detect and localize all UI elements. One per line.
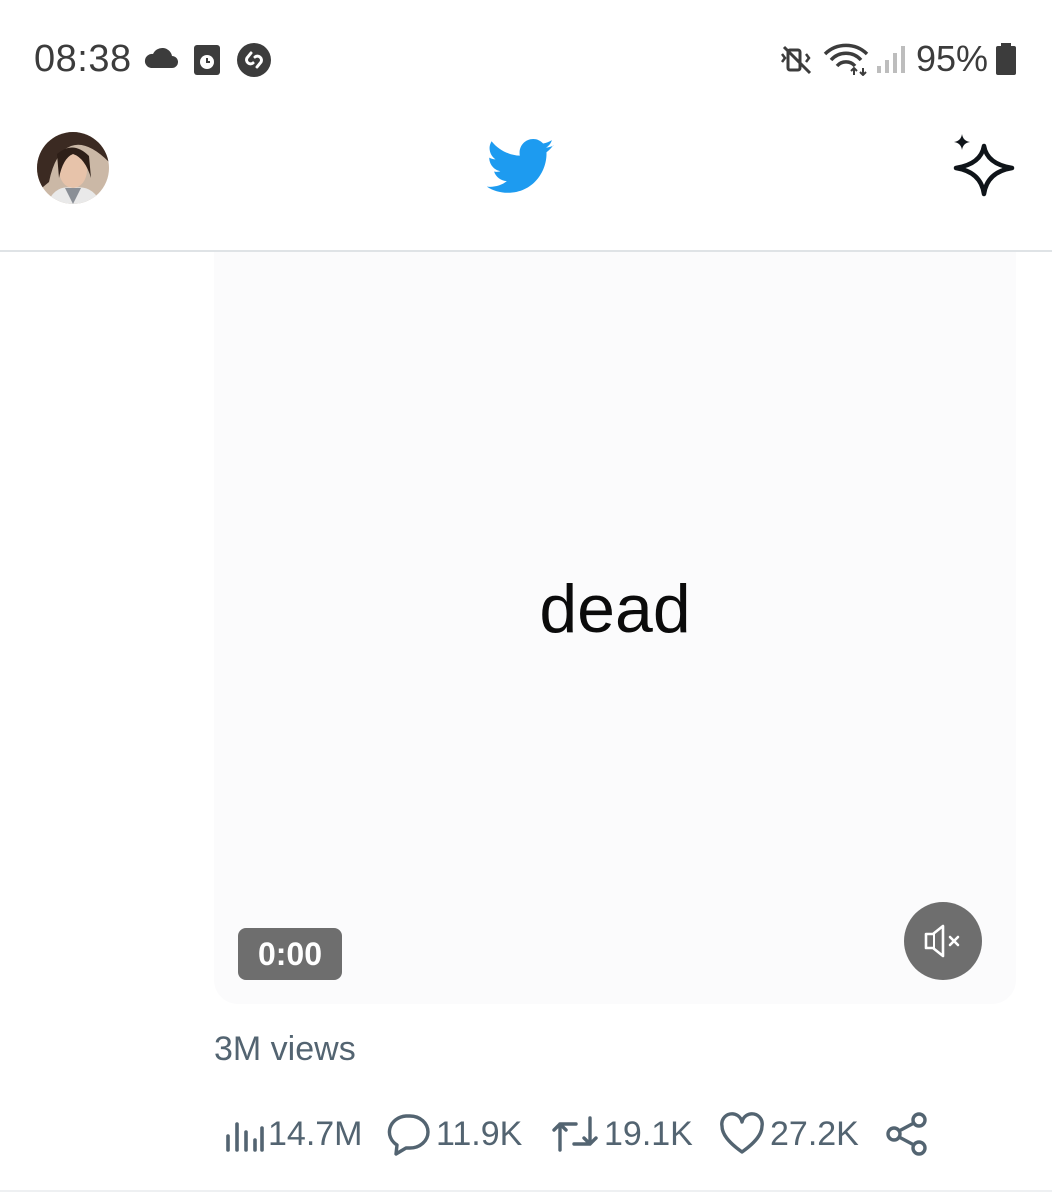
reply-count: 11.9K: [436, 1114, 523, 1153]
signal-icon: [877, 46, 905, 73]
view-count: 3M views: [214, 1030, 356, 1068]
reply-button[interactable]: 11.9K: [384, 1108, 522, 1160]
shazam-icon: [237, 43, 271, 77]
share-button[interactable]: [884, 1108, 930, 1160]
speaker-muted-icon: [924, 924, 960, 958]
vibrate-mute-icon: [781, 45, 812, 75]
divider: [0, 1190, 1052, 1192]
app-header: [0, 110, 1052, 252]
video-frame-text: dead: [539, 571, 691, 647]
retweet-count: 19.1K: [604, 1114, 693, 1153]
share-icon: [886, 1112, 927, 1156]
battery-percentage: 95%: [916, 38, 989, 79]
cloud-icon: [144, 47, 178, 68]
like-count: 27.2K: [770, 1114, 859, 1153]
mute-button[interactable]: [904, 902, 982, 980]
calendar-clock-icon: [194, 45, 220, 75]
heart-icon: [720, 1112, 764, 1154]
analytics-icon: [226, 1122, 264, 1152]
impressions-stat[interactable]: 14.7M: [224, 1108, 363, 1160]
avatar-image: [37, 132, 109, 204]
battery-icon: [996, 43, 1016, 75]
retweet-button[interactable]: 19.1K: [550, 1108, 693, 1160]
retweet-icon: [552, 1116, 598, 1152]
sparkle-icon[interactable]: [950, 132, 1016, 198]
tweet-video[interactable]: dead 0:00: [214, 252, 1016, 1004]
status-time: 08:38: [34, 38, 132, 80]
like-button[interactable]: 27.2K: [718, 1108, 859, 1160]
twitter-bird-icon[interactable]: [487, 138, 555, 196]
avatar[interactable]: [37, 132, 109, 204]
reply-icon: [387, 1114, 430, 1156]
wifi-icon: [823, 43, 869, 76]
status-bar: 08:38 95%: [0, 0, 1052, 110]
tweet-actions: 14.7M 11.9K 19.1K 27.2K: [214, 1108, 974, 1160]
impressions-count: 14.7M: [268, 1114, 363, 1153]
video-timer: 0:00: [238, 928, 342, 980]
